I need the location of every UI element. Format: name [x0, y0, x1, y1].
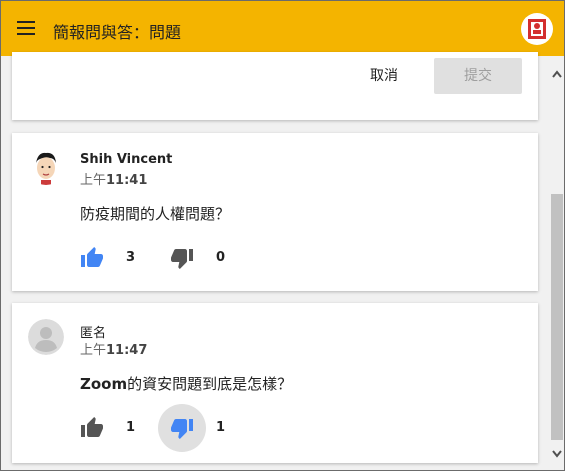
scrollbar-thumb[interactable]: [551, 194, 563, 440]
author-name: Shih Vincent: [80, 152, 173, 167]
thumbs-down-icon: [171, 249, 193, 269]
top-app-bar: 簡報問與答：問題: [1, 1, 564, 56]
scroll-up-arrow-icon[interactable]: [550, 66, 564, 84]
thumbs-up-icon: [81, 417, 103, 437]
cancel-button[interactable]: 取消: [342, 58, 426, 94]
upvote-button[interactable]: [68, 234, 116, 282]
compose-question-card: 取消 提交: [12, 52, 538, 120]
page-title: 簡報問與答：問題: [53, 23, 182, 42]
user-photo-avatar: [28, 149, 64, 185]
app-logo-icon[interactable]: [520, 12, 554, 46]
vertical-scrollbar[interactable]: [550, 56, 564, 470]
timestamp: 上午11:41: [80, 173, 148, 188]
question-card: 匿名 上午11:47 Zoom的資安問題到底是怎樣？ 1 1: [12, 303, 538, 463]
question-text: 防疫期間的人權問題？: [80, 205, 231, 223]
upvote-count: 1: [126, 420, 136, 435]
app-window: 簡報問與答：問題 取消 提交 Shih Vincent 上午11:41 防疫期間…: [0, 0, 565, 471]
upvote-count: 3: [126, 250, 136, 265]
upvote-button[interactable]: [68, 404, 116, 452]
hamburger-menu-icon[interactable]: [13, 15, 41, 41]
downvote-button[interactable]: [158, 404, 206, 452]
scroll-down-arrow-icon[interactable]: [550, 444, 564, 462]
question-card: Shih Vincent 上午11:41 防疫期間的人權問題？ 3 0: [12, 133, 538, 291]
downvote-button[interactable]: [158, 234, 206, 282]
questions-list: 取消 提交 Shih Vincent 上午11:41 防疫期間的人權問題？ 3 …: [1, 52, 550, 470]
thumbs-down-icon: [171, 419, 193, 439]
question-text: Zoom的資安問題到底是怎樣？: [80, 375, 293, 393]
downvote-count: 1: [216, 420, 226, 435]
downvote-count: 0: [216, 250, 226, 265]
thumbs-up-icon: [81, 247, 103, 267]
timestamp: 上午11:47: [80, 343, 148, 358]
anonymous-avatar: [28, 319, 64, 355]
submit-button[interactable]: 提交: [434, 58, 522, 94]
